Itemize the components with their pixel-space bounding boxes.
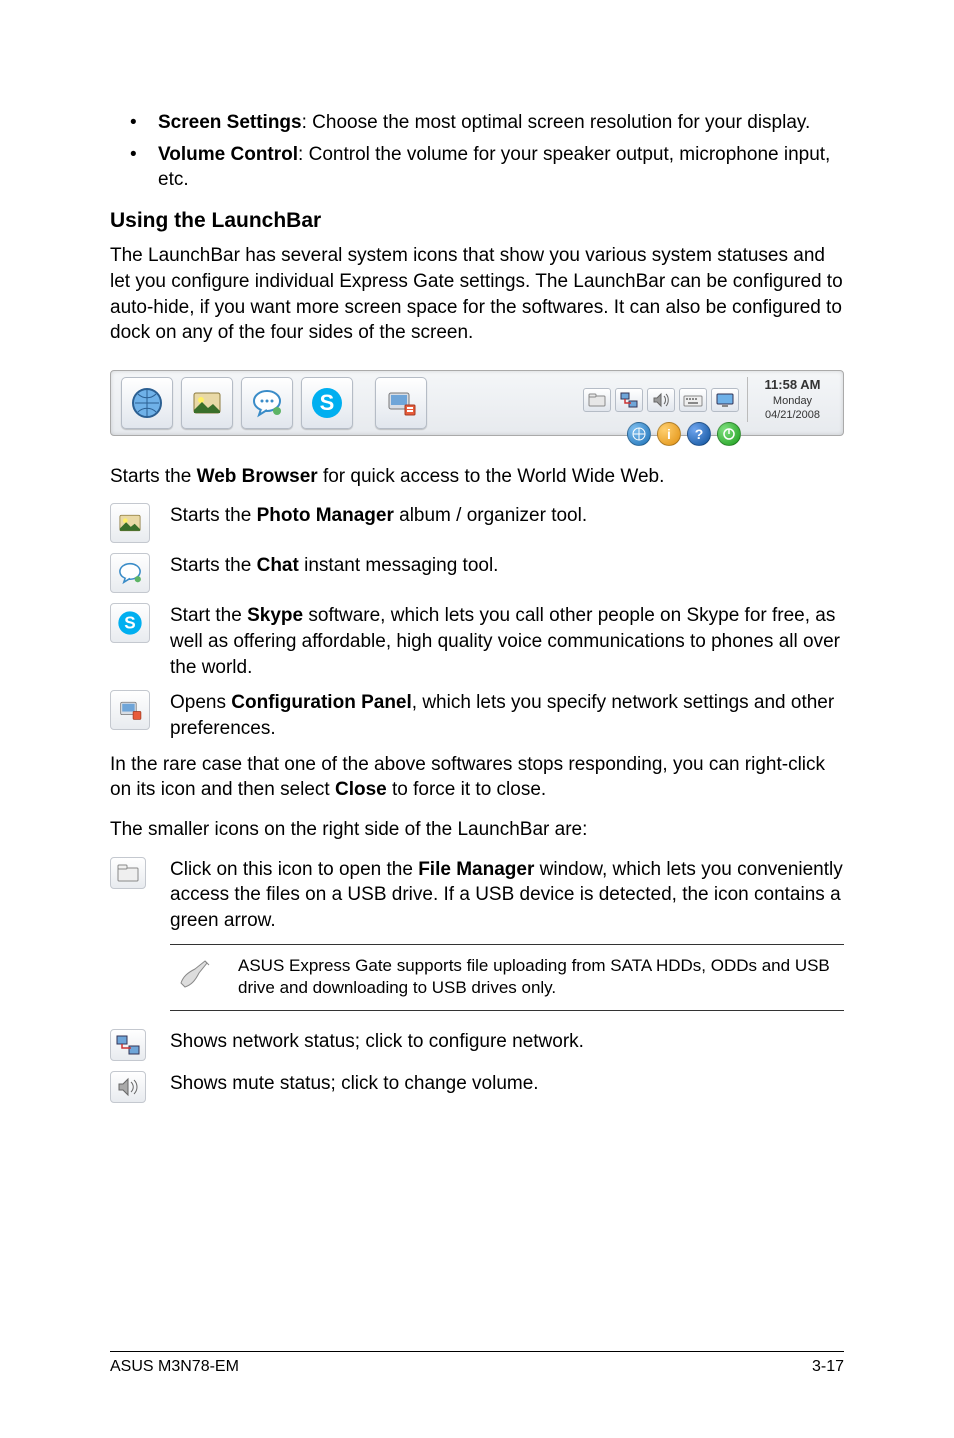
screen-settings-label: Screen Settings (158, 112, 302, 133)
screen-settings-text: : Choose the most optimal screen resolut… (302, 112, 811, 133)
photo-manager-icon (110, 503, 150, 543)
note-box: ASUS Express Gate supports file uploadin… (170, 944, 844, 1012)
web-browser-label: Web Browser (197, 466, 318, 487)
launchbar-web-icon[interactable] (121, 377, 173, 429)
launchbar-config-icon[interactable] (375, 377, 427, 429)
launchbar-chat-icon[interactable] (241, 377, 293, 429)
para-photo-manager: Starts the Photo Manager album / organiz… (170, 503, 844, 529)
bullet-volume: Volume Control: Control the volume for y… (130, 142, 844, 193)
para-config: Opens Configuration Panel, which lets yo… (170, 690, 844, 741)
launchbar: S 11:58 AM Monday 04/21/2008 i ? (110, 370, 844, 436)
note-text: ASUS Express Gate supports file uploadin… (238, 955, 838, 1001)
volume-control-label: Volume Control (158, 144, 298, 165)
tray-info-icon[interactable]: i (657, 422, 681, 446)
config-panel-icon (110, 690, 150, 730)
para-smaller-icons: The smaller icons on the right side of t… (110, 817, 844, 843)
tray-help-icon[interactable]: ? (687, 422, 711, 446)
para-file-manager: Click on this icon to open the File Mana… (170, 857, 844, 934)
clock-date: 04/21/2008 (754, 408, 831, 422)
para-rare-case: In the rare case that one of the above s… (110, 752, 844, 803)
tray-globe-icon[interactable] (627, 422, 651, 446)
pen-icon (176, 955, 220, 993)
clock-time: 11:58 AM (754, 377, 831, 394)
tray-display-icon[interactable] (711, 388, 739, 412)
bullet-screen: Screen Settings: Choose the most optimal… (130, 110, 844, 136)
tray-keyboard-icon[interactable] (679, 388, 707, 412)
para-using-launchbar: The LaunchBar has several system icons t… (110, 243, 844, 346)
heading-using-launchbar: Using the LaunchBar (110, 207, 844, 235)
network-status-icon (110, 1029, 146, 1061)
tray-power-icon[interactable] (717, 422, 741, 446)
chat-icon (110, 553, 150, 593)
footer-page: 3-17 (812, 1356, 844, 1378)
para-skype: Start the Skype software, which lets you… (170, 603, 844, 680)
footer-model: ASUS M3N78-EM (110, 1356, 239, 1378)
tray-clock[interactable]: 11:58 AM Monday 04/21/2008 (747, 377, 837, 422)
para-web-browser: Starts the Web Browser for quick access … (110, 464, 844, 490)
file-manager-icon (110, 857, 146, 889)
launchbar-skype-icon[interactable]: S (301, 377, 353, 429)
para-chat: Starts the Chat instant messaging tool. (170, 553, 844, 579)
para-network: Shows network status; click to configure… (170, 1029, 844, 1055)
launchbar-photo-icon[interactable] (181, 377, 233, 429)
page-footer: ASUS M3N78-EM 3-17 (110, 1351, 844, 1378)
clock-day: Monday (754, 394, 831, 408)
mute-status-icon (110, 1071, 146, 1103)
tray-volume-icon[interactable] (647, 388, 675, 412)
svg-text:S: S (320, 390, 335, 415)
settings-bullets: Screen Settings: Choose the most optimal… (110, 110, 844, 193)
skype-icon: S (110, 603, 150, 643)
para-mute: Shows mute status; click to change volum… (170, 1071, 844, 1097)
tray-file-icon[interactable] (583, 388, 611, 412)
tray-network-icon[interactable] (615, 388, 643, 412)
svg-text:S: S (124, 614, 135, 633)
